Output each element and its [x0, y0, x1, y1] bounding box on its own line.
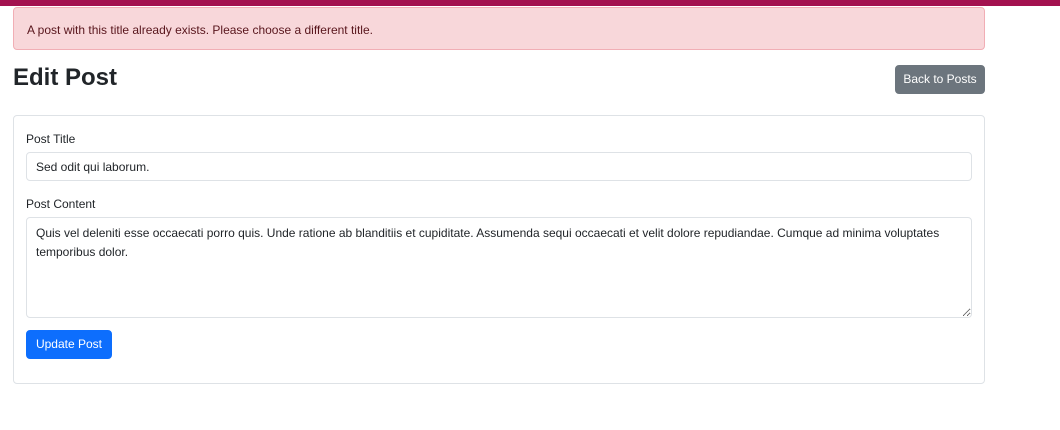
update-post-button[interactable]: Update Post: [26, 330, 112, 359]
post-content-label: Post Content: [26, 197, 96, 211]
error-alert: A post with this title already exists. P…: [13, 7, 985, 50]
back-to-posts-button[interactable]: Back to Posts: [895, 65, 985, 94]
edit-post-form: Post Title Post Content Quis vel delenit…: [13, 115, 985, 384]
top-accent-bar: [0, 0, 1060, 6]
post-title-input[interactable]: [26, 152, 972, 181]
post-title-label: Post Title: [26, 132, 76, 146]
error-alert-message: A post with this title already exists. P…: [27, 23, 373, 37]
post-content-textarea[interactable]: Quis vel deleniti esse occaecati porro q…: [26, 217, 972, 318]
page-title: Edit Post: [13, 64, 118, 91]
